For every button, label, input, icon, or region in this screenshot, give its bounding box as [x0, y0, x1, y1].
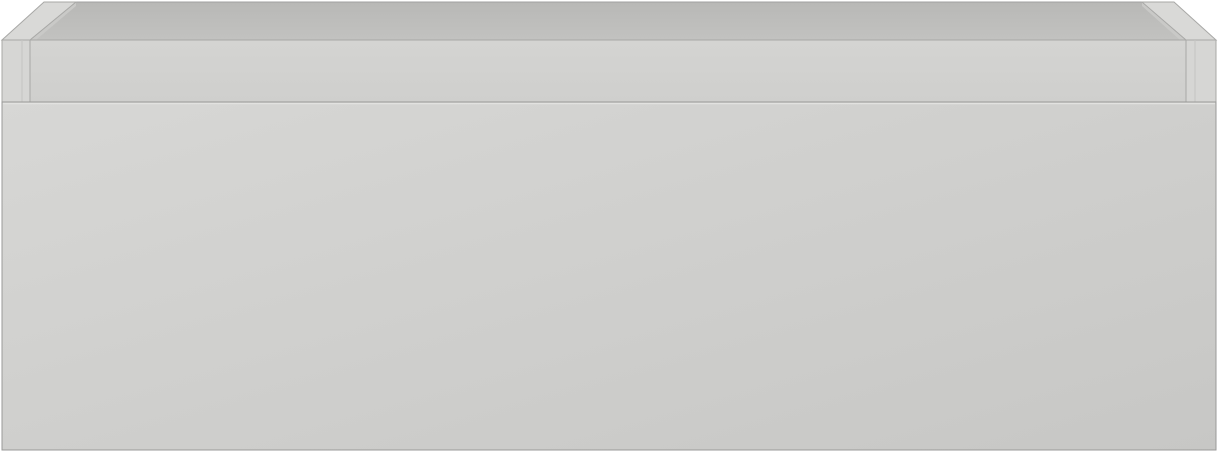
back-inner-panel	[28, 1, 1188, 41]
right-side-post	[1185, 39, 1217, 103]
left-side-post	[1, 39, 31, 103]
drawer-scene	[0, 0, 1218, 452]
top-rail	[29, 39, 1187, 103]
drawer-box-illustration	[0, 1, 1218, 451]
front-panel	[1, 101, 1217, 451]
